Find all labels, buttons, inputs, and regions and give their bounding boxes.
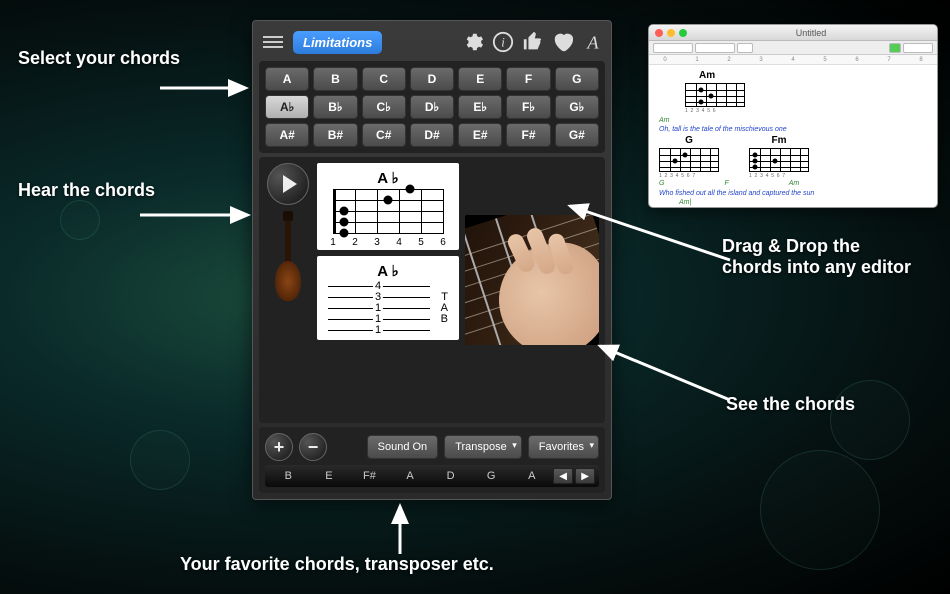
callout-hear: Hear the chords	[18, 180, 158, 201]
callout-see: See the chords	[726, 394, 926, 415]
favorite-note[interactable]: G	[472, 470, 511, 482]
chord-diagram[interactable]: A ♭ 1	[317, 163, 459, 250]
editor-font-select[interactable]	[653, 43, 693, 53]
favorites-bar: BEF#ADGA◀▶	[265, 465, 599, 487]
tab-diagram[interactable]: A ♭ 4 3 1 1 1 T A B	[317, 256, 459, 340]
play-button[interactable]	[267, 163, 309, 205]
chord-button-Gflat[interactable]: G♭	[555, 95, 599, 119]
chord-button-Bflat[interactable]: B♭	[313, 95, 357, 119]
chord-button-Gsharp[interactable]: G#	[555, 123, 599, 147]
chord-button-Bsharp[interactable]: B#	[313, 123, 357, 147]
editor-ruler: 012345678	[649, 55, 937, 65]
editor-align-button[interactable]	[903, 43, 933, 53]
chord-button-Fsharp[interactable]: F#	[506, 123, 550, 147]
bottom-controls: + − Sound On Transpose Favorites BEF#ADG…	[259, 427, 605, 493]
favorite-note[interactable]: F#	[350, 470, 389, 482]
limitations-button[interactable]: Limitations	[293, 31, 382, 54]
editor-toolbar	[649, 41, 937, 55]
transpose-button[interactable]: Transpose	[444, 435, 522, 459]
callout-dragdrop: Drag & Drop the chords into any editor	[722, 236, 922, 278]
chord-app-window: Limitations i A ABCDEFG A♭B♭C♭D♭E♭F♭G♭ A…	[252, 20, 612, 500]
chord-button-Dflat[interactable]: D♭	[410, 95, 454, 119]
heart-icon[interactable]	[551, 30, 575, 54]
favorite-note[interactable]: E	[310, 470, 349, 482]
font-icon[interactable]: A	[581, 30, 605, 54]
next-button[interactable]: ▶	[575, 468, 595, 484]
chord-button-Esharp[interactable]: E#	[458, 123, 502, 147]
chord-display-area: A ♭ 1	[259, 157, 605, 423]
string-numbers: 1 2 3 4 5 6 7	[749, 173, 809, 180]
favorite-note[interactable]: A	[391, 470, 430, 482]
remove-button[interactable]: −	[299, 433, 327, 461]
add-button[interactable]: +	[265, 433, 293, 461]
svg-text:A: A	[586, 32, 599, 52]
callout-favorites: Your favorite chords, transposer etc.	[180, 554, 640, 575]
chord-button-D[interactable]: D	[410, 67, 454, 91]
chord-button-B[interactable]: B	[313, 67, 357, 91]
svg-text:i: i	[501, 36, 505, 50]
info-icon[interactable]: i	[491, 30, 515, 54]
chord-name-label: A ♭	[377, 262, 399, 280]
editor-color-button[interactable]	[889, 43, 901, 53]
editor-titlebar[interactable]: Untitled	[649, 25, 937, 41]
chord-button-G[interactable]: G	[555, 67, 599, 91]
editor-style-select[interactable]	[695, 43, 735, 53]
chord-button-Cflat[interactable]: C♭	[362, 95, 406, 119]
zoom-icon[interactable]	[679, 29, 687, 37]
editor-title: Untitled	[691, 28, 931, 38]
callout-select: Select your chords	[18, 48, 188, 69]
sound-toggle-button[interactable]: Sound On	[367, 435, 439, 459]
string-numbers: 1 2 3 4 5 6 7	[659, 173, 719, 180]
chord-button-C[interactable]: C	[362, 67, 406, 91]
chord-name-label: A ♭	[377, 169, 399, 187]
chord-button-Fflat[interactable]: F♭	[506, 95, 550, 119]
thumbs-up-icon[interactable]	[521, 30, 545, 54]
chord-button-A[interactable]: A	[265, 67, 309, 91]
chord-photo[interactable]	[465, 215, 599, 345]
editor-content[interactable]: Am 1 2 3 4 5 6 Am Oh, tall is the tale o…	[649, 65, 937, 208]
favorite-note[interactable]: D	[431, 470, 470, 482]
favorites-button[interactable]: Favorites	[528, 435, 599, 459]
chord-button-Asharp[interactable]: A#	[265, 123, 309, 147]
instrument-icon[interactable]	[275, 211, 301, 301]
chord-button-Aflat[interactable]: A♭	[265, 95, 309, 119]
app-toolbar: Limitations i A	[259, 27, 605, 57]
editor-size-select[interactable]	[737, 43, 753, 53]
minimize-icon[interactable]	[667, 29, 675, 37]
favorite-note[interactable]: A	[512, 470, 551, 482]
chord-button-Csharp[interactable]: C#	[362, 123, 406, 147]
favorite-note[interactable]: B	[269, 470, 308, 482]
menu-icon[interactable]	[259, 31, 287, 53]
text-editor-window: Untitled 012345678 Am 1 2 3 4 5 6 Am Oh,…	[648, 24, 938, 208]
chord-button-Eflat[interactable]: E♭	[458, 95, 502, 119]
chord-button-Dsharp[interactable]: D#	[410, 123, 454, 147]
gear-icon[interactable]	[461, 30, 485, 54]
prev-button[interactable]: ◀	[553, 468, 573, 484]
chord-selector-grid: ABCDEFG A♭B♭C♭D♭E♭F♭G♭ A#B#C#D#E#F#G#	[259, 61, 605, 153]
chord-button-F[interactable]: F	[506, 67, 550, 91]
close-icon[interactable]	[655, 29, 663, 37]
chord-button-E[interactable]: E	[458, 67, 502, 91]
